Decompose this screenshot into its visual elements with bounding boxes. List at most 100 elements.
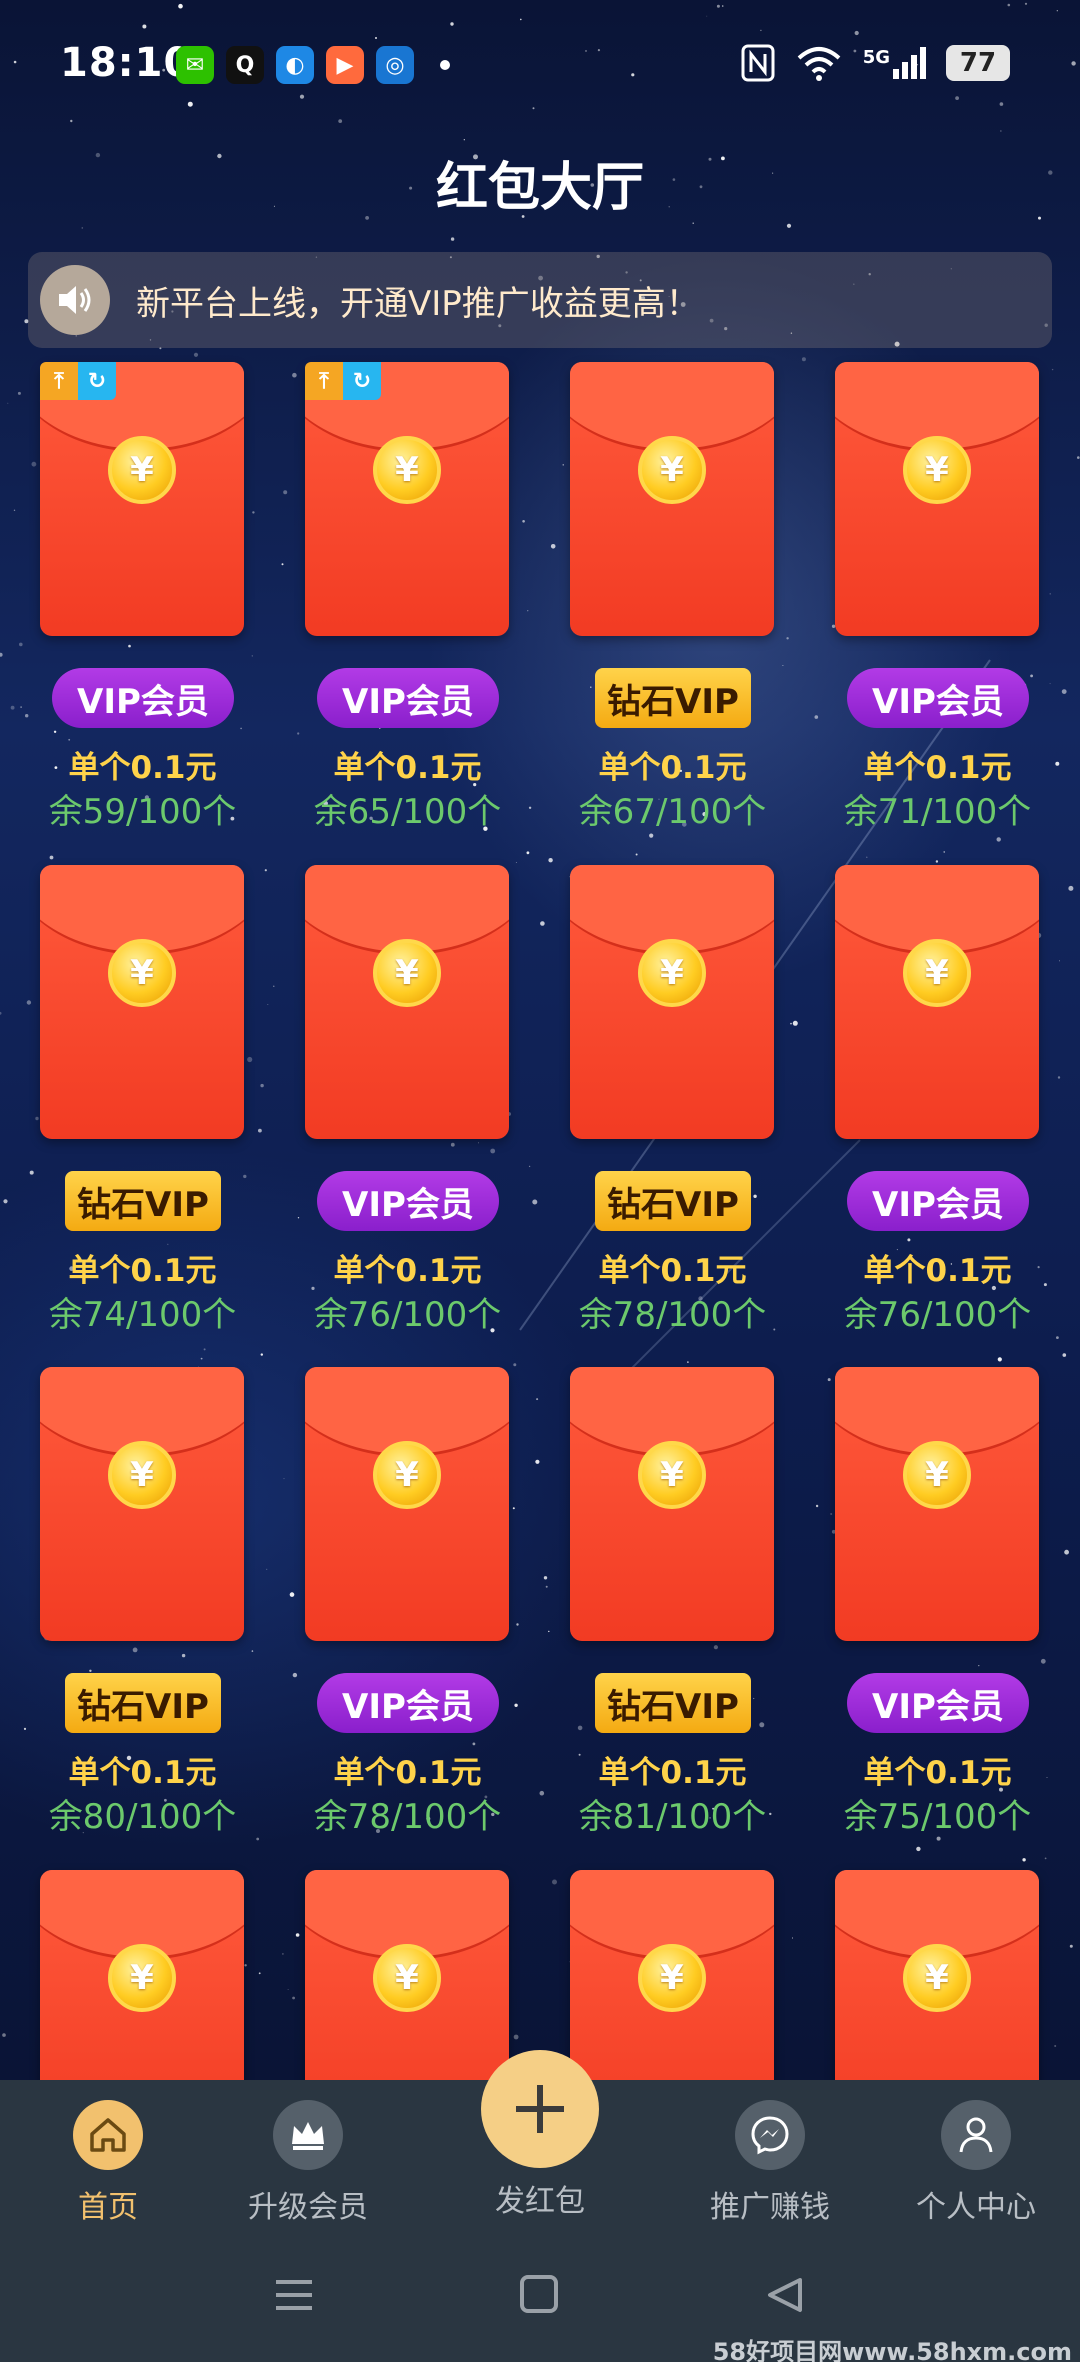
tier-badge: VIP会员 [847, 1171, 1029, 1231]
tier-badge: 钻石VIP [65, 1673, 221, 1733]
network-type: 5G [862, 47, 890, 68]
tier-badge: 钻石VIP [65, 1171, 221, 1231]
coin-icon: ¥ [638, 1944, 706, 2012]
tier-badge: 钻石VIP [595, 1673, 751, 1733]
browser-icon: ◐ [276, 46, 314, 84]
speaker-icon [40, 265, 110, 335]
remaining-count: 余59/100个 [48, 792, 237, 832]
unit-price: 单个0.1元 [68, 1253, 217, 1289]
red-envelope[interactable]: ¥ [570, 1367, 774, 1641]
red-envelope[interactable]: ¥ [40, 362, 244, 636]
nav-promote-earn[interactable]: 推广赚钱 [662, 2100, 878, 2226]
system-nav-bar [276, 2275, 802, 2313]
coin-icon: ¥ [373, 1944, 441, 2012]
messenger-icon [735, 2100, 805, 2170]
coin-icon: ¥ [108, 1944, 176, 2012]
remaining-count: 余80/100个 [48, 1797, 237, 1837]
coin-icon: ¥ [638, 436, 706, 504]
home-square-icon[interactable] [520, 2275, 558, 2313]
tier-badge: 钻石VIP [595, 668, 751, 728]
page-title: 红包大厅 [435, 158, 644, 218]
coin-icon: ¥ [903, 1441, 971, 1509]
wechat-icon: ✉ [176, 46, 214, 84]
send-red-packet-button[interactable] [481, 2050, 599, 2168]
tier-badge: VIP会员 [847, 668, 1029, 728]
unit-price: 单个0.1元 [863, 1253, 1012, 1289]
remaining-count: 余78/100个 [313, 1797, 502, 1837]
send-red-packet-label: 发红包 [495, 2184, 585, 2219]
tier-badge: VIP会员 [317, 1171, 499, 1231]
circle-app-icon: ◎ [376, 46, 414, 84]
coin-icon: ¥ [638, 1441, 706, 1509]
unit-price: 单个0.1元 [598, 1253, 747, 1289]
bottom-nav: 首页 升级会员 发红包 推广赚钱 个人中心 58好项目网www.58hxm.co… [0, 2050, 1080, 2362]
unit-price: 单个0.1元 [598, 750, 747, 786]
coin-icon: ¥ [373, 1441, 441, 1509]
remaining-count: 余67/100个 [578, 792, 767, 832]
back-icon[interactable] [768, 2278, 802, 2312]
nav-upgrade-member[interactable]: 升级会员 [200, 2100, 416, 2226]
nav-home[interactable]: 首页 [0, 2100, 216, 2226]
tier-badge: VIP会员 [317, 668, 499, 728]
red-envelope[interactable]: ¥ [305, 362, 509, 636]
coin-icon: ¥ [373, 939, 441, 1007]
menu-icon[interactable] [276, 2280, 312, 2310]
nav-profile-label: 个人中心 [916, 2190, 1036, 2225]
cell-signal-icon: 5G [863, 47, 926, 79]
nav-profile[interactable]: 个人中心 [868, 2100, 1080, 2226]
remaining-count: 余76/100个 [313, 1295, 502, 1335]
red-envelope[interactable]: ¥ [40, 1367, 244, 1641]
coin-icon: ¥ [108, 939, 176, 1007]
unit-price: 单个0.1元 [333, 750, 482, 786]
pin-top-icon: ⤒ [40, 362, 78, 400]
red-envelope[interactable]: ¥ [305, 1367, 509, 1641]
card-badges: ⤒ ↻ [305, 362, 381, 400]
video-app-icon: ▶ [326, 46, 364, 84]
notice-bar[interactable]: 新平台上线，开通VIP推广收益更高！ [28, 252, 1052, 348]
red-envelope[interactable]: ¥ [570, 865, 774, 1139]
wifi-icon [797, 47, 841, 81]
red-envelope[interactable]: ¥ [305, 865, 509, 1139]
status-bar: 18:10 ✉ Q ◐ ▶ ◎ 5G 77 [0, 0, 1080, 130]
refresh-icon: ↻ [78, 362, 116, 400]
crown-icon [273, 2100, 343, 2170]
pin-top-icon: ⤒ [305, 362, 343, 400]
nav-home-label: 首页 [78, 2190, 138, 2225]
battery-icon: 77 [946, 45, 1010, 81]
red-envelope[interactable]: ¥ [570, 362, 774, 636]
coin-icon: ¥ [903, 1944, 971, 2012]
tier-badge: 钻石VIP [595, 1171, 751, 1231]
notification-icons: ✉ Q ◐ ▶ ◎ [176, 46, 450, 84]
coin-icon: ¥ [108, 1441, 176, 1509]
unit-price: 单个0.1元 [863, 750, 1012, 786]
qq-icon: Q [226, 46, 264, 84]
notice-text: 新平台上线，开通VIP推广收益更高！ [136, 283, 700, 324]
user-icon [941, 2100, 1011, 2170]
remaining-count: 余76/100个 [843, 1295, 1032, 1335]
system-icons: 5G 77 [741, 44, 1010, 82]
red-envelope[interactable]: ¥ [835, 362, 1039, 636]
red-envelope[interactable]: ¥ [40, 865, 244, 1139]
unit-price: 单个0.1元 [68, 1755, 217, 1791]
coin-icon: ¥ [373, 436, 441, 504]
remaining-count: 余75/100个 [843, 1797, 1032, 1837]
watermark-text: 58好项目网www.58hxm.com [712, 2338, 1072, 2362]
refresh-icon: ↻ [343, 362, 381, 400]
remaining-count: 余81/100个 [578, 1797, 767, 1837]
coin-icon: ¥ [903, 436, 971, 504]
coin-icon: ¥ [638, 939, 706, 1007]
remaining-count: 余78/100个 [578, 1295, 767, 1335]
coin-icon: ¥ [108, 436, 176, 504]
red-envelope[interactable]: ¥ [835, 865, 1039, 1139]
tier-badge: VIP会员 [52, 668, 234, 728]
tier-badge: VIP会员 [847, 1673, 1029, 1733]
tier-badge: VIP会员 [317, 1673, 499, 1733]
plus-icon [516, 2085, 564, 2133]
coin-icon: ¥ [903, 939, 971, 1007]
red-envelope[interactable]: ¥ [835, 1367, 1039, 1641]
card-badges: ⤒ ↻ [40, 362, 116, 400]
nav-promote-label: 推广赚钱 [710, 2190, 830, 2225]
unit-price: 单个0.1元 [68, 750, 217, 786]
remaining-count: 余71/100个 [843, 792, 1032, 832]
remaining-count: 余74/100个 [48, 1295, 237, 1335]
